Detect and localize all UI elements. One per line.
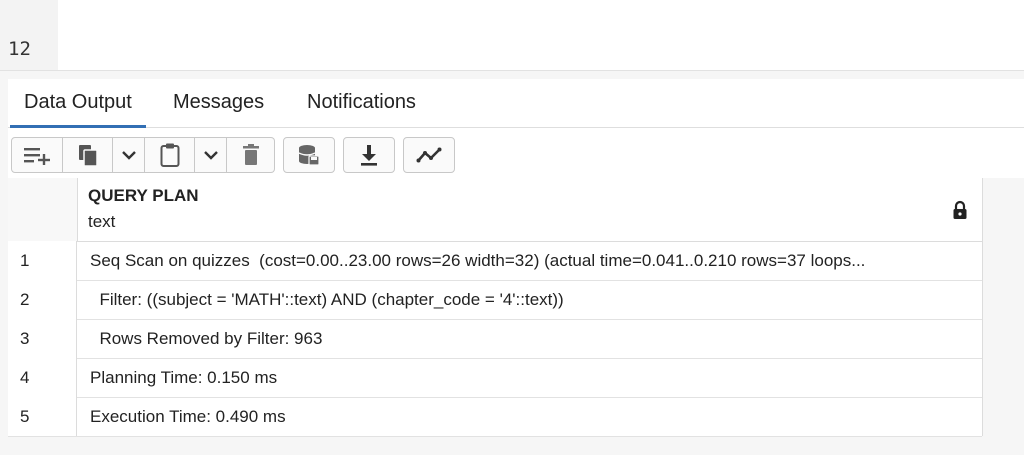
row-number[interactable]: 5 — [8, 397, 77, 436]
grid-header: QUERY PLAN text — [8, 178, 982, 242]
paste-icon — [160, 143, 179, 167]
query-plan-cell[interactable]: Planning Time: 0.150 ms — [90, 358, 970, 397]
download-icon — [361, 145, 377, 166]
graph-icon — [416, 147, 442, 163]
column-name[interactable]: QUERY PLAN — [88, 186, 199, 206]
tab-messages[interactable]: Messages — [159, 79, 278, 125]
tab-data-output[interactable]: Data Output — [10, 79, 146, 128]
paste-button[interactable] — [145, 137, 195, 173]
query-plan-cell[interactable]: Seq Scan on quizzes (cost=0.00..23.00 ro… — [90, 241, 970, 280]
table-row[interactable]: 5 Execution Time: 0.490 ms — [8, 397, 982, 437]
row-number[interactable]: 1 — [8, 241, 77, 280]
table-row[interactable]: 3 Rows Removed by Filter: 963 — [8, 319, 982, 359]
save-data-button[interactable] — [283, 137, 335, 173]
copy-button[interactable] — [63, 137, 113, 173]
delete-icon — [242, 144, 259, 165]
results-panel: Data Output Messages Notifications QUERY… — [0, 70, 1024, 455]
row-number[interactable]: 2 — [8, 280, 77, 319]
download-button[interactable] — [343, 137, 395, 173]
results-toolbar — [8, 128, 1024, 178]
table-row[interactable]: 2 Filter: ((subject = 'MATH'::text) AND … — [8, 280, 982, 320]
add-row-icon — [24, 148, 50, 165]
row-number[interactable]: 4 — [8, 358, 77, 397]
query-plan-cell[interactable]: Filter: ((subject = 'MATH'::text) AND (c… — [90, 280, 970, 319]
row-number[interactable]: 3 — [8, 319, 77, 358]
column-type: text — [88, 212, 116, 231]
sql-editor[interactable]: 12 EXPLAIN ANALYZE 13 SELECT * FROM quiz… — [0, 0, 1024, 121]
copy-icon — [78, 145, 98, 167]
delete-button[interactable] — [227, 137, 275, 173]
query-plan-cell[interactable]: Rows Removed by Filter: 963 — [90, 319, 970, 358]
tab-notifications[interactable]: Notifications — [293, 79, 430, 125]
table-row[interactable]: 4 Planning Time: 0.150 ms — [8, 358, 982, 398]
add-row-button[interactable] — [11, 137, 63, 173]
results-grid: QUERY PLAN text 1 Seq Scan on quizzes (c… — [8, 178, 983, 437]
row-number-header[interactable] — [8, 178, 78, 241]
table-row[interactable]: 1 Seq Scan on quizzes (cost=0.00..23.00 … — [8, 241, 982, 281]
results-tabs: Data Output Messages Notifications — [8, 79, 1024, 128]
graph-visualiser-button[interactable] — [403, 137, 455, 173]
save-data-icon — [298, 145, 320, 166]
paste-options-dropdown[interactable] — [195, 137, 227, 173]
lock-icon — [953, 200, 967, 219]
chevron-down-icon — [121, 151, 136, 160]
copy-options-dropdown[interactable] — [113, 137, 145, 173]
query-plan-cell[interactable]: Execution Time: 0.490 ms — [90, 397, 970, 436]
chevron-down-icon — [203, 151, 218, 160]
code-line[interactable]: 13 SELECT * FROM quizzes WHERE subject =… — [0, 35, 834, 121]
code-line[interactable]: 12 EXPLAIN ANALYZE — [0, 4, 239, 90]
